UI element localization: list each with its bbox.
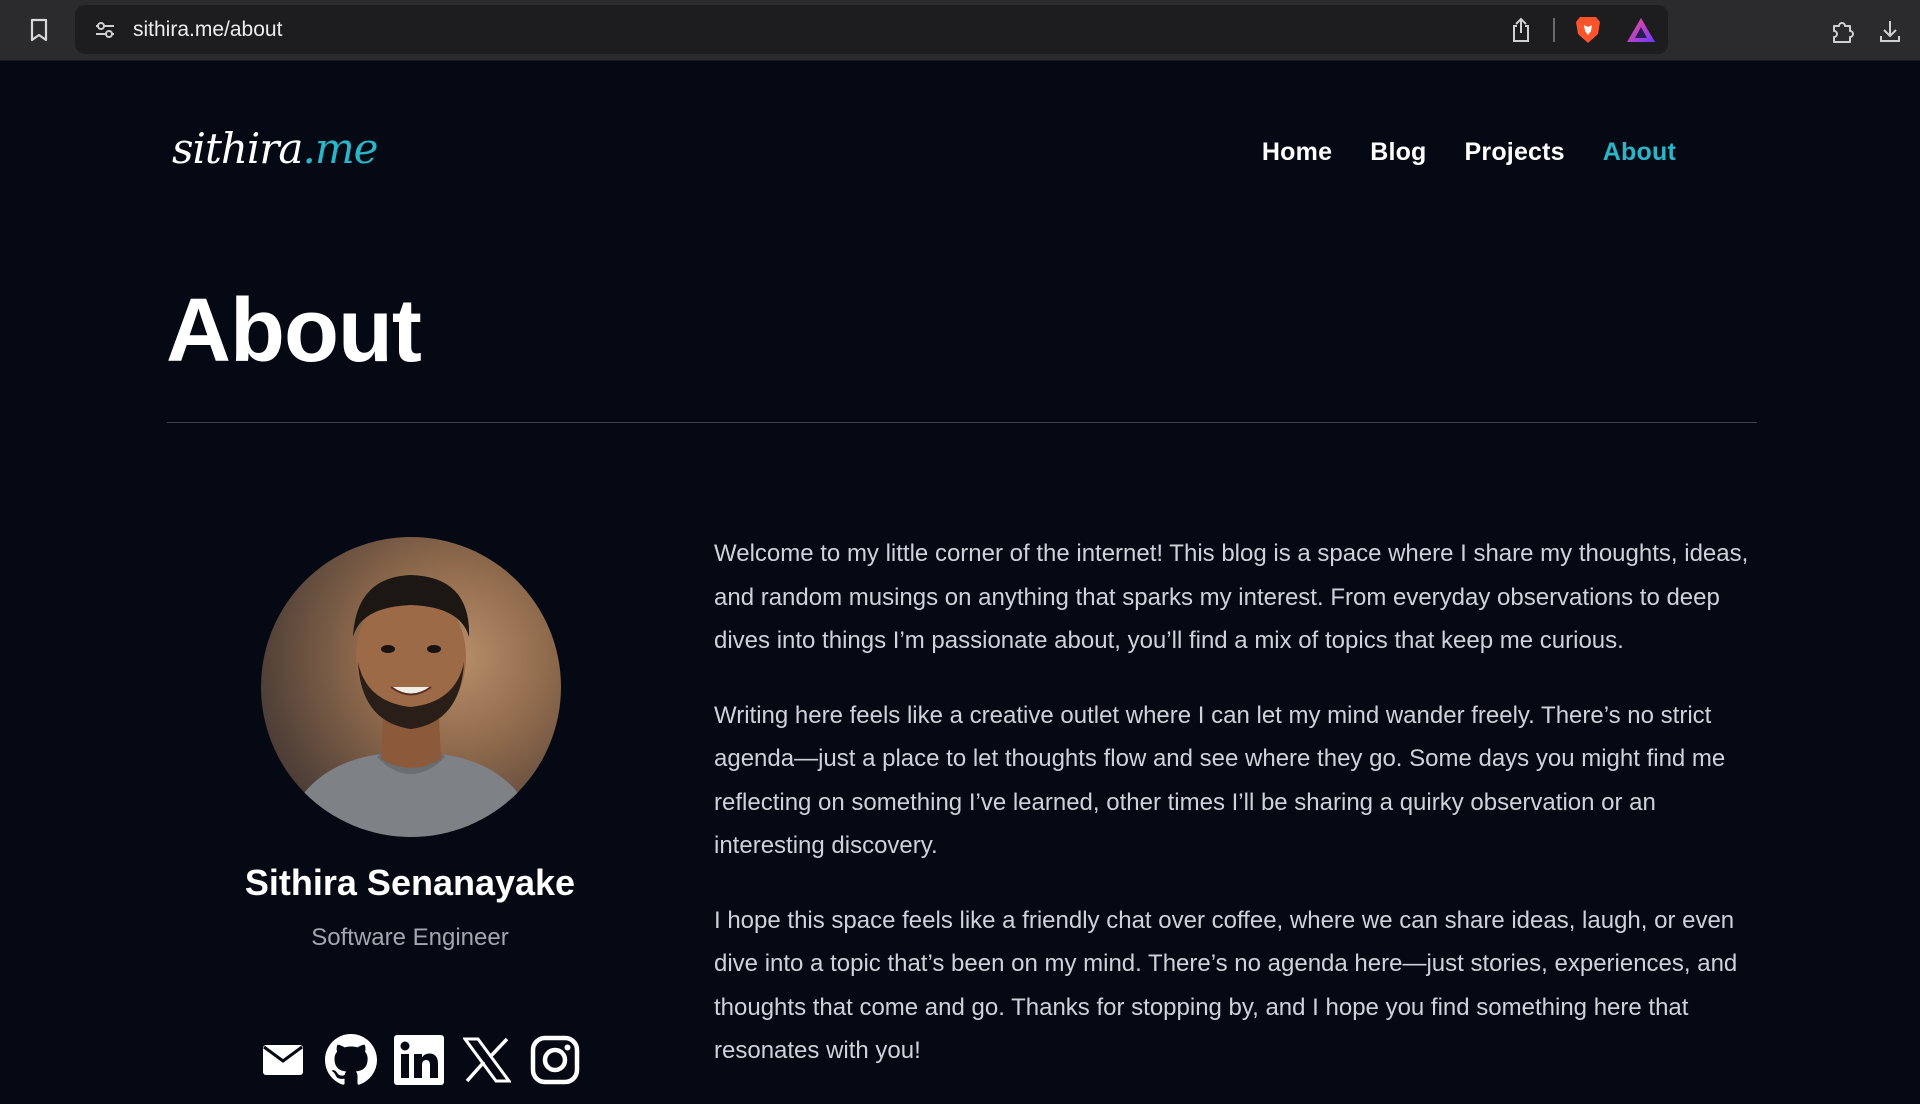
nav-about[interactable]: About — [1603, 138, 1676, 167]
address-bar[interactable]: sithira.me/about — [75, 5, 1668, 54]
bio-paragraph: Welcome to my little corner of the inter… — [714, 540, 1749, 654]
page-title: About — [166, 281, 422, 381]
brave-rewards-icon[interactable] — [1623, 12, 1659, 48]
nav-blog[interactable]: Blog — [1370, 138, 1426, 167]
main-nav: Home Blog Projects About — [1224, 138, 1676, 167]
nav-home[interactable]: Home — [1262, 138, 1332, 167]
divider — [1553, 18, 1555, 42]
bio-text: Welcome to my little corner of the inter… — [714, 532, 1764, 1104]
bookmark-icon[interactable] — [22, 14, 56, 46]
social-links — [255, 1032, 580, 1092]
bio-paragraph: I hope this space feels like a friendly … — [714, 906, 1738, 1065]
url-text[interactable]: sithira.me/about — [133, 5, 282, 54]
bio-paragraph: Writing here feels like a creative outle… — [714, 701, 1726, 860]
title-divider — [167, 422, 1757, 423]
download-icon[interactable] — [1872, 13, 1908, 49]
nav-projects[interactable]: Projects — [1465, 138, 1565, 167]
brave-shields-icon[interactable] — [1570, 12, 1606, 48]
share-icon[interactable] — [1505, 14, 1537, 46]
avatar — [261, 537, 561, 837]
profile-role: Software Engineer — [311, 924, 509, 951]
extensions-icon[interactable] — [1825, 13, 1861, 49]
profile-name: Sithira Senanayake — [244, 862, 576, 903]
site-logo[interactable]: sithira.me — [172, 124, 379, 194]
logo-text-main: sithira — [172, 124, 303, 173]
page-content: sithira.me Home Blog Projects About Abou… — [0, 62, 1920, 1085]
logo-text-domain: .me — [302, 124, 378, 173]
site-settings-icon[interactable] — [89, 14, 121, 46]
browser-toolbar: sithira.me/about — [0, 0, 1920, 61]
